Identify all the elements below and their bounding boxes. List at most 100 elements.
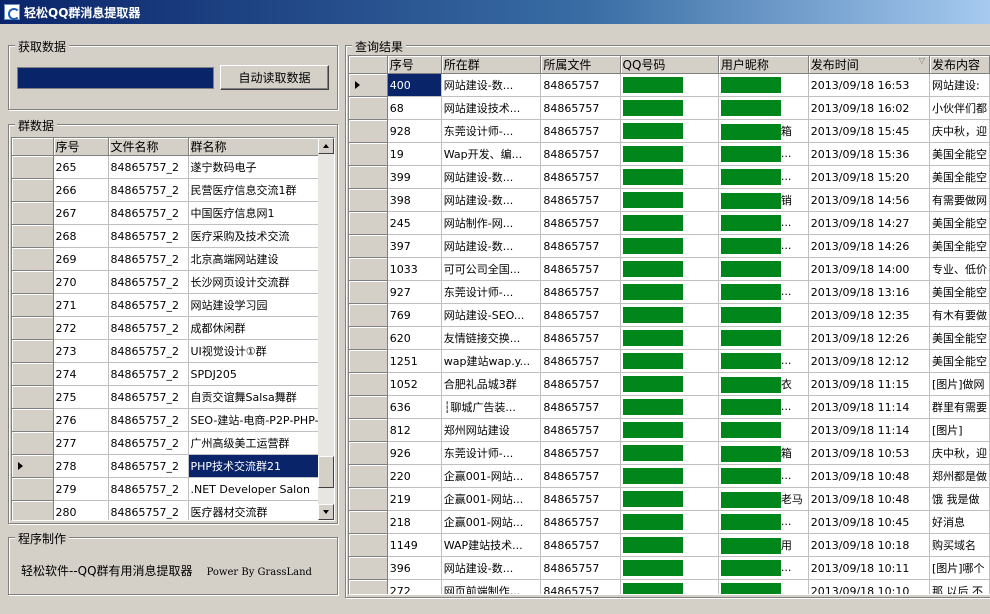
results-col-group[interactable]: 所在群 — [441, 56, 542, 74]
group-file-cell[interactable]: 84865757_2 — [108, 178, 189, 202]
result-group-cell[interactable]: 企赢001-网站... — [441, 487, 542, 511]
result-content-cell[interactable]: 网站建设: — [929, 73, 990, 97]
group-row-header[interactable] — [12, 224, 54, 248]
group-id-cell[interactable]: 270 — [53, 270, 109, 294]
group-name-cell[interactable]: 医疗采购及技术交流 — [188, 224, 322, 248]
group-file-cell[interactable]: 84865757_2 — [108, 385, 189, 409]
result-file-cell[interactable]: 84865757 — [540, 73, 621, 97]
result-content-cell[interactable]: 美国全能空 — [929, 349, 990, 373]
group-row-header[interactable] — [12, 155, 54, 179]
group-row-header[interactable] — [12, 201, 54, 225]
result-qq-cell[interactable] — [620, 303, 719, 327]
result-file-cell[interactable]: 84865757 — [540, 395, 621, 419]
result-nickname-cell[interactable]: ... — [718, 510, 809, 534]
group-file-cell[interactable]: 84865757_2 — [108, 316, 189, 340]
result-time-cell[interactable]: 2013/09/18 13:16 — [808, 280, 930, 304]
result-qq-cell[interactable] — [620, 418, 719, 442]
groups-col-id[interactable]: 序号 — [53, 138, 109, 156]
result-nickname-cell[interactable] — [718, 326, 809, 350]
result-qq-cell[interactable] — [620, 234, 719, 258]
result-file-cell[interactable]: 84865757 — [540, 188, 621, 212]
result-nickname-cell[interactable]: 箱 — [718, 119, 809, 143]
result-time-cell[interactable]: 2013/09/18 12:35 — [808, 303, 930, 327]
result-row-header[interactable] — [349, 533, 388, 557]
result-qq-cell[interactable] — [620, 510, 719, 534]
group-file-cell[interactable]: 84865757_2 — [108, 500, 189, 520]
results-col-content[interactable]: 发布内容 — [929, 56, 990, 74]
result-qq-cell[interactable] — [620, 165, 719, 189]
result-row-header[interactable] — [349, 280, 388, 304]
results-col-nickname[interactable]: 用户昵称 — [718, 56, 809, 74]
result-row[interactable]: 400 网站建设-数... 84865757 2013/09/18 16:53 网站建设… — [349, 73, 990, 97]
result-qq-cell[interactable] — [620, 579, 719, 594]
result-nickname-cell[interactable]: ... — [718, 395, 809, 419]
result-time-cell[interactable]: 2013/09/18 11:14 — [808, 418, 930, 442]
result-row-header[interactable] — [349, 372, 388, 396]
result-content-cell[interactable]: 美国全能空 — [929, 142, 990, 166]
result-row-header[interactable] — [349, 257, 388, 281]
result-nickname-cell[interactable]: ... — [718, 142, 809, 166]
group-row-header[interactable] — [12, 477, 54, 501]
result-time-cell[interactable]: 2013/09/18 11:15 — [808, 372, 930, 396]
result-row-header[interactable] — [349, 326, 388, 350]
result-row-header[interactable] — [349, 418, 388, 442]
result-qq-cell[interactable] — [620, 372, 719, 396]
group-file-cell[interactable]: 84865757_2 — [108, 247, 189, 271]
result-row[interactable]: 926 东莞设计师-... 84865757 箱 2013/09/18 10:53 庆中秋… — [349, 441, 990, 465]
result-content-cell[interactable]: 郑州都是做 — [929, 464, 990, 488]
results-col-id[interactable]: 序号 — [387, 56, 442, 74]
result-nickname-cell[interactable]: ... — [718, 211, 809, 235]
result-group-cell[interactable]: 网站建设技术... — [441, 96, 542, 120]
group-id-cell[interactable]: 269 — [53, 247, 109, 271]
result-id-cell[interactable]: 399 — [387, 165, 442, 189]
group-row[interactable]: 277 84865757_2 广州高级美工运营群 — [12, 431, 322, 455]
group-row-header[interactable] — [12, 316, 54, 340]
group-row-header[interactable] — [12, 178, 54, 202]
result-file-cell[interactable]: 84865757 — [540, 96, 621, 120]
result-file-cell[interactable]: 84865757 — [540, 579, 621, 594]
result-file-cell[interactable]: 84865757 — [540, 165, 621, 189]
result-file-cell[interactable]: 84865757 — [540, 257, 621, 281]
result-file-cell[interactable]: 84865757 — [540, 280, 621, 304]
result-row[interactable]: 398 网站建设-数... 84865757 销 2013/09/18 14:56 有需要… — [349, 188, 990, 212]
result-id-cell[interactable]: 620 — [387, 326, 442, 350]
result-row-header[interactable] — [349, 234, 388, 258]
result-time-cell[interactable]: 2013/09/18 12:26 — [808, 326, 930, 350]
result-content-cell[interactable]: [图片]做网 — [929, 372, 990, 396]
group-file-cell[interactable]: 84865757_2 — [108, 454, 189, 478]
group-row-header[interactable] — [12, 362, 54, 386]
result-row[interactable]: 769 网站建设-SEO... 84865757 2013/09/18 12:35 有木… — [349, 303, 990, 327]
result-group-cell[interactable]: 可可公司全国... — [441, 257, 542, 281]
group-name-cell[interactable]: .NET Developer Salon — [188, 477, 322, 501]
result-time-cell[interactable]: 2013/09/18 10:45 — [808, 510, 930, 534]
result-group-cell[interactable]: 网站建设-数... — [441, 73, 542, 97]
group-row-header[interactable] — [12, 270, 54, 294]
result-content-cell[interactable]: 庆中秋，迎 — [929, 441, 990, 465]
result-file-cell[interactable]: 84865757 — [540, 303, 621, 327]
result-qq-cell[interactable] — [620, 556, 719, 580]
result-content-cell[interactable]: 群里有需要 — [929, 395, 990, 419]
group-row[interactable]: 268 84865757_2 医疗采购及技术交流 — [12, 224, 322, 248]
result-row-header[interactable] — [349, 165, 388, 189]
result-group-cell[interactable]: 网站建设-SEO... — [441, 303, 542, 327]
group-id-cell[interactable]: 268 — [53, 224, 109, 248]
group-id-cell[interactable]: 267 — [53, 201, 109, 225]
group-id-cell[interactable]: 280 — [53, 500, 109, 520]
result-nickname-cell[interactable]: ... — [718, 280, 809, 304]
group-id-cell[interactable]: 278 — [53, 454, 109, 478]
group-row[interactable]: 267 84865757_2 中国医疗信息网1 — [12, 201, 322, 225]
result-qq-cell[interactable] — [620, 395, 719, 419]
result-file-cell[interactable]: 84865757 — [540, 142, 621, 166]
result-content-cell[interactable]: 饿 我是做 — [929, 487, 990, 511]
result-time-cell[interactable]: 2013/09/18 11:14 — [808, 395, 930, 419]
result-content-cell[interactable]: 美国全能空 — [929, 165, 990, 189]
result-time-cell[interactable]: 2013/09/18 14:26 — [808, 234, 930, 258]
group-id-cell[interactable]: 279 — [53, 477, 109, 501]
result-file-cell[interactable]: 84865757 — [540, 349, 621, 373]
result-row-header[interactable] — [349, 142, 388, 166]
result-qq-cell[interactable] — [620, 464, 719, 488]
results-grid[interactable]: 序号 所在群 所属文件 QQ号码 用户昵称 发布时间 ▽ 发布内容 400 网站建设… — [348, 55, 990, 595]
group-name-cell[interactable]: 北京高端网站建设 — [188, 247, 322, 271]
groups-grid[interactable]: 序号 文件名称 群名称 265 84865757_2 遂宁数码电子 266 848657… — [11, 137, 335, 521]
group-row-header[interactable] — [12, 385, 54, 409]
